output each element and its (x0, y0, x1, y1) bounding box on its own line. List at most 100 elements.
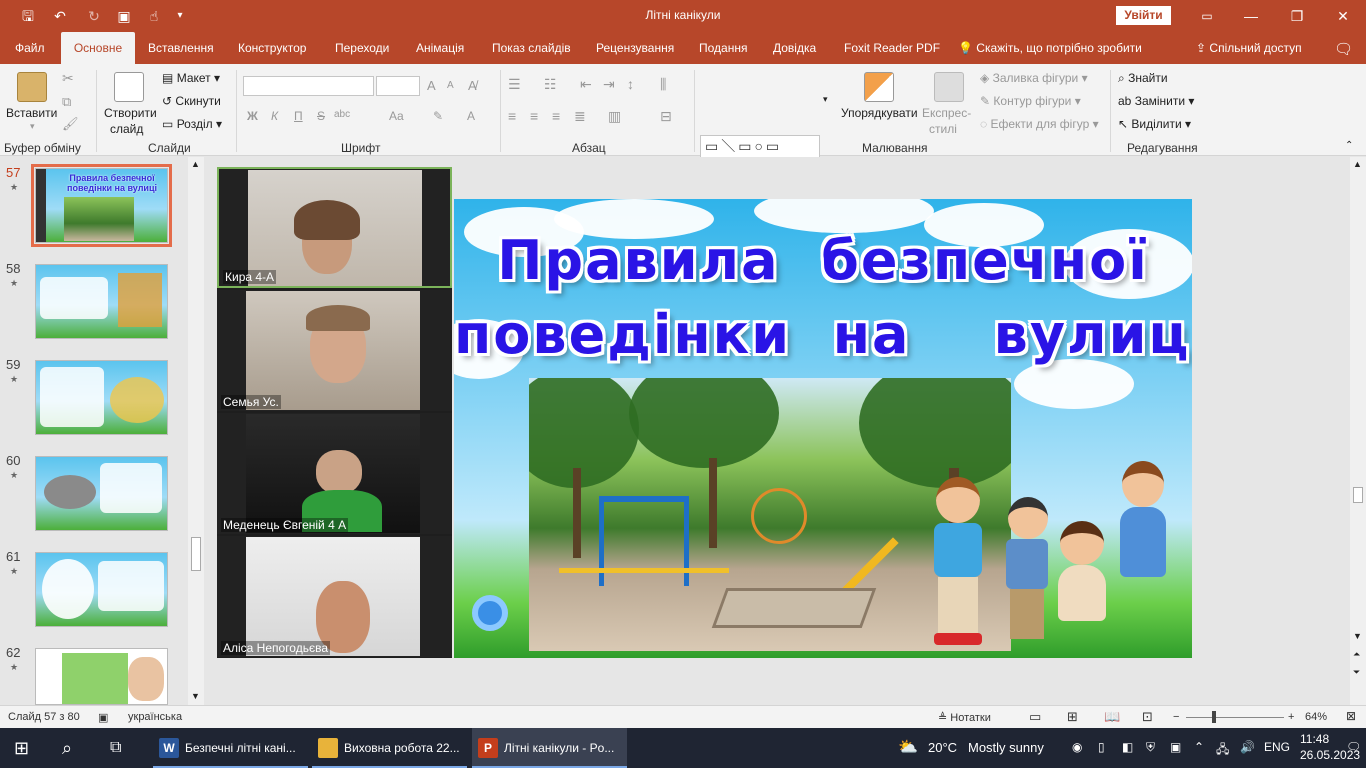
section-button[interactable]: ▭ Розділ ▾ (162, 117, 222, 131)
quick-styles-button-line2[interactable]: стилі (929, 122, 957, 136)
new-slide-button-line2[interactable]: слайд (110, 122, 143, 136)
layout-button[interactable]: ▤ Макет ▾ (162, 71, 220, 85)
present-from-start-icon[interactable]: ▣ (112, 6, 136, 26)
tab-home[interactable]: Основне (61, 32, 135, 64)
quick-styles-icon[interactable] (934, 72, 964, 102)
network-icon[interactable]: 🖧 (1216, 740, 1229, 761)
task-view-icon[interactable]: ⧉ (110, 728, 121, 768)
arrange-icon[interactable] (864, 72, 894, 102)
zoom-slider[interactable] (1186, 717, 1284, 718)
character-spacing-button[interactable]: abc (334, 109, 350, 120)
slide-thumbnail-58[interactable] (35, 264, 168, 339)
scroll-up-icon[interactable]: ▲ (191, 159, 200, 169)
shapes-gallery-more-icon[interactable]: ▾ (823, 94, 828, 105)
strikethrough-button[interactable]: S (317, 109, 325, 123)
restore-button[interactable]: ❐ (1274, 0, 1320, 32)
customize-qat-icon[interactable]: ▾ (168, 6, 192, 26)
redo-icon[interactable]: ↻ (82, 6, 106, 26)
close-button[interactable]: ✕ (1320, 0, 1366, 32)
slide-thumbnail-60[interactable] (35, 456, 168, 531)
tab-animations[interactable]: Анімація (414, 32, 466, 64)
tab-transitions[interactable]: Переходи (333, 32, 391, 64)
reading-view-icon[interactable]: 📖 (1104, 709, 1120, 725)
tab-help[interactable]: Довідка (771, 32, 818, 64)
align-right-icon[interactable]: ≡ (552, 108, 560, 124)
comments-icon[interactable]: 🗨 (1334, 40, 1353, 58)
highlight-icon[interactable]: ✎ (433, 109, 443, 123)
new-slide-button[interactable]: Створити (104, 106, 157, 120)
tab-slideshow[interactable]: Показ слайдів (490, 32, 573, 64)
paste-button[interactable]: Вставити (6, 106, 57, 120)
cut-icon[interactable]: ✂ (62, 70, 74, 87)
paste-dropdown-icon[interactable]: ▾ (30, 121, 35, 132)
font-size-field[interactable] (376, 76, 420, 96)
save-icon[interactable]: 🖫 (16, 6, 40, 26)
align-center-icon[interactable]: ≡ (530, 108, 538, 124)
undo-icon[interactable]: ↶ (48, 6, 72, 26)
touch-mode-icon[interactable]: ☝ (142, 6, 166, 26)
zoom-level[interactable]: 64% (1305, 711, 1327, 723)
slide-sorter-icon[interactable]: ⊞ (1067, 709, 1078, 725)
slide-thumbnail-57[interactable]: Правила безпечної поведінки на вулиці (31, 164, 172, 247)
windows-start-icon[interactable]: ⊞ (14, 728, 29, 768)
align-text-icon[interactable]: ⊟ (660, 108, 672, 125)
font-size-down-button[interactable]: A (447, 80, 454, 91)
collapse-ribbon-icon[interactable]: ⌃ (1345, 140, 1353, 151)
tab-review[interactable]: Рецензування (594, 32, 676, 64)
share-button[interactable]: ⇪ Спільний доступ (1196, 32, 1302, 64)
taskbar-app-word[interactable]: W Безпечні літні кані... (153, 728, 308, 768)
font-color-button[interactable]: A (467, 109, 475, 123)
paste-icon[interactable] (17, 72, 47, 102)
next-slide-icon[interactable]: ⏷ (1353, 667, 1360, 678)
shape-effects-button[interactable]: ◌ Ефекти для фігур ▾ (980, 117, 1099, 131)
tab-view[interactable]: Подання (697, 32, 749, 64)
new-slide-icon[interactable] (114, 72, 144, 102)
slide-scroll-thumb[interactable] (1353, 487, 1363, 503)
battery-icon[interactable]: ▯ (1098, 740, 1105, 754)
spelling-icon[interactable]: ▣ (98, 711, 108, 724)
underline-button[interactable]: П (294, 109, 303, 123)
slide-thumbnail-61[interactable] (35, 552, 168, 627)
video-tile[interactable]: Меденець Євгеній 4 А (217, 413, 452, 534)
select-button[interactable]: ↖ Виділити ▾ (1118, 117, 1191, 131)
clear-formatting-icon[interactable]: A̸ (468, 78, 477, 93)
taskbar-app-powerpoint[interactable]: P Літні канікули - Po... (472, 728, 627, 768)
weather-description[interactable]: Mostly sunny (968, 740, 1044, 755)
notifications-icon[interactable]: 🗨 (1346, 740, 1361, 754)
thumbnail-scrollbar[interactable] (188, 157, 204, 705)
minimize-button[interactable]: — (1228, 0, 1274, 32)
find-button[interactable]: ⌕ Знайти (1118, 71, 1168, 86)
scroll-up-icon[interactable]: ▲ (1353, 159, 1362, 169)
notes-button[interactable]: ≜ Нотатки (938, 711, 991, 724)
thumbnail-scroll-thumb[interactable] (191, 537, 201, 571)
shape-fill-button[interactable]: ◈ Заливка фігури ▾ (980, 71, 1088, 85)
scroll-down-icon[interactable]: ▼ (191, 691, 200, 701)
weather-icon[interactable]: ⛅ (898, 737, 918, 757)
format-painter-icon[interactable]: 🖌 (62, 116, 79, 132)
tray-app-icon[interactable]: ▣ (1170, 740, 1181, 754)
slide-thumbnail-59[interactable] (35, 360, 168, 435)
search-icon[interactable]: ⌕ (62, 728, 72, 768)
slide-title-line-2[interactable]: поведінки на вулиці (454, 303, 1192, 366)
taskbar-app-explorer[interactable]: Виховна робота 22... (312, 728, 467, 768)
clock-time[interactable]: 11:48 (1300, 732, 1329, 746)
slide-title-line-1[interactable]: Правила безпечної (454, 229, 1192, 292)
app-tray-icon[interactable]: ◧ (1122, 740, 1133, 754)
zoom-slider-thumb[interactable] (1212, 711, 1216, 723)
change-case-button[interactable]: Aa (389, 109, 404, 123)
zoom-tray-icon[interactable]: ◉ (1072, 740, 1082, 754)
line-spacing-icon[interactable]: ↕ (627, 76, 634, 92)
security-icon[interactable]: ⛨ (1146, 740, 1155, 755)
decrease-indent-icon[interactable]: ⇤ (580, 76, 592, 93)
language-status[interactable]: українська (128, 711, 182, 723)
copy-icon[interactable]: ⧉ (62, 94, 71, 110)
font-size-up-button[interactable]: A (427, 78, 436, 93)
zoom-out-icon[interactable]: − (1173, 711, 1179, 723)
bold-button[interactable]: Ж (247, 109, 258, 123)
fit-to-window-icon[interactable]: ⊠ (1346, 709, 1356, 723)
tab-design[interactable]: Конструктор (236, 32, 308, 64)
slide-scrollbar[interactable]: ▲ ▼ ⏶ ⏷ (1350, 157, 1366, 705)
arrange-button[interactable]: Упорядкувати (841, 106, 918, 120)
reset-button[interactable]: ↺ Скинути (162, 94, 221, 108)
quick-styles-button[interactable]: Експрес- (922, 106, 971, 120)
